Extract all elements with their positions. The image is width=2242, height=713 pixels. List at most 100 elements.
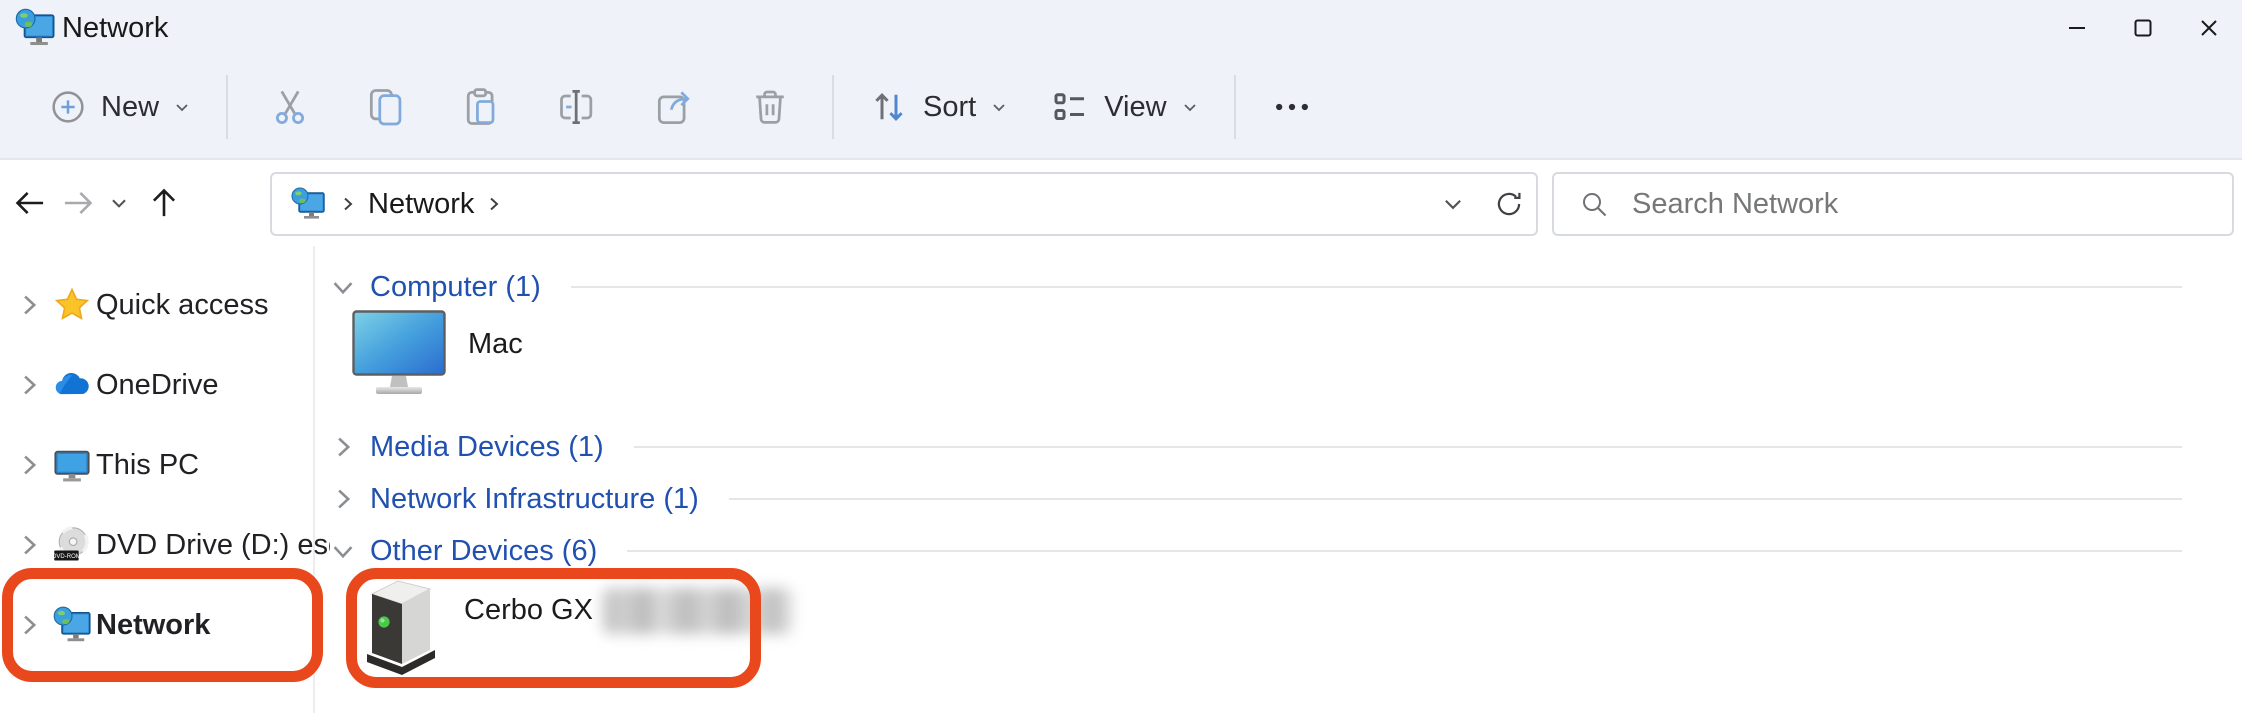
sidebar-item-label: OneDrive xyxy=(96,369,219,402)
search-icon xyxy=(1578,188,1610,220)
clipboard-icon xyxy=(460,85,504,129)
navigation-pane: Quick access OneDrive This PC DVD-ROM DV… xyxy=(0,246,313,713)
minimize-button[interactable] xyxy=(2044,0,2110,56)
device-label: Mac xyxy=(468,328,523,400)
search-placeholder: Search Network xyxy=(1632,188,1838,221)
breadcrumb-chevron-icon[interactable] xyxy=(338,194,358,214)
chevron-right-icon[interactable] xyxy=(330,434,356,460)
mac-computer-item[interactable]: Mac xyxy=(352,310,523,400)
sidebar-item-label: This PC xyxy=(96,449,199,482)
ellipsis-icon xyxy=(1270,85,1314,129)
sidebar-item-quick-access[interactable]: Quick access xyxy=(0,275,313,335)
close-button[interactable] xyxy=(2176,0,2242,56)
forward-arrow-icon xyxy=(59,184,97,222)
group-header-network-infrastructure[interactable]: Network Infrastructure (1) xyxy=(330,481,2210,517)
maximize-button[interactable] xyxy=(2110,0,2176,56)
chevron-down-icon xyxy=(1180,97,1200,117)
sidebar-item-label: Quick access xyxy=(96,289,268,322)
address-bar[interactable]: Network xyxy=(270,172,1538,236)
chevron-down-icon xyxy=(989,97,1009,117)
command-toolbar: New xyxy=(0,56,2242,160)
see-more-button[interactable] xyxy=(1250,70,1334,144)
sort-button[interactable]: Sort xyxy=(848,70,1029,144)
items-view: Computer (1) Mac Media Devices (1) Netwo… xyxy=(330,246,2242,713)
network-icon xyxy=(14,7,56,49)
toolbar-separator xyxy=(1234,75,1236,139)
sidebar-item-onedrive[interactable]: OneDrive xyxy=(0,355,313,415)
sidebar-item-network[interactable]: Network xyxy=(0,595,313,655)
sidebar-divider xyxy=(313,246,315,713)
close-icon xyxy=(2197,16,2221,40)
sort-button-label: Sort xyxy=(923,91,976,124)
rename-button[interactable] xyxy=(530,70,626,144)
view-list-icon xyxy=(1049,86,1091,128)
group-header-media-devices[interactable]: Media Devices (1) xyxy=(330,429,2210,465)
delete-button[interactable] xyxy=(722,70,818,144)
device-label: Cerbo GX xyxy=(464,594,593,676)
breadcrumb-location[interactable]: Network xyxy=(368,188,474,221)
group-divider xyxy=(571,286,2182,288)
sidebar-item-label: Network xyxy=(96,609,210,642)
back-arrow-icon xyxy=(11,184,49,222)
sidebar-item-this-pc[interactable]: This PC xyxy=(0,435,313,495)
chevron-right-icon[interactable] xyxy=(16,452,42,478)
address-dropdown-icon[interactable] xyxy=(1440,191,1466,217)
sidebar-item-dvd-drive[interactable]: DVD-ROM DVD Drive (D:) esd2i xyxy=(0,515,313,575)
refresh-icon[interactable] xyxy=(1492,187,1526,221)
sort-arrows-icon xyxy=(868,86,910,128)
plus-circle-icon xyxy=(48,87,88,127)
toolbar-separator xyxy=(832,75,834,139)
chevron-down-icon[interactable] xyxy=(330,538,356,564)
window-title: Network xyxy=(62,12,168,45)
chevron-right-icon[interactable] xyxy=(330,486,356,512)
search-input[interactable]: Search Network xyxy=(1552,172,2234,236)
view-button[interactable]: View xyxy=(1029,70,1219,144)
chevron-down-icon xyxy=(108,192,130,214)
recent-locations-button[interactable] xyxy=(100,168,138,238)
paste-button[interactable] xyxy=(434,70,530,144)
breadcrumb-chevron-icon[interactable] xyxy=(484,194,504,214)
group-header-label: Computer (1) xyxy=(370,271,541,304)
group-header-label: Network Infrastructure (1) xyxy=(370,483,699,516)
new-button-label: New xyxy=(101,91,159,124)
network-icon xyxy=(52,604,92,646)
group-divider xyxy=(627,550,2182,552)
chevron-right-icon[interactable] xyxy=(16,292,42,318)
dvd-disc-icon: DVD-ROM xyxy=(52,525,92,565)
star-icon xyxy=(53,286,91,324)
chevron-down-icon[interactable] xyxy=(330,274,356,300)
cerbo-gx-device-item[interactable]: Cerbo GX xyxy=(362,576,793,676)
trash-icon xyxy=(748,85,792,129)
share-icon xyxy=(652,85,696,129)
chevron-down-icon xyxy=(172,97,192,117)
chevron-right-icon[interactable] xyxy=(16,532,42,558)
new-button[interactable]: New xyxy=(28,70,212,144)
group-header-other-devices[interactable]: Other Devices (6) xyxy=(330,533,2210,569)
maximize-icon xyxy=(2131,16,2155,40)
share-button[interactable] xyxy=(626,70,722,144)
title-bar: Network xyxy=(0,0,2242,56)
computer-monitor-icon xyxy=(352,310,446,400)
rename-icon xyxy=(556,85,600,129)
navigation-bar: Network Search Network xyxy=(0,160,2242,246)
cut-button[interactable] xyxy=(242,70,338,144)
chevron-right-icon[interactable] xyxy=(16,612,42,638)
scissors-icon xyxy=(268,85,312,129)
up-arrow-icon xyxy=(145,184,183,222)
onedrive-cloud-icon xyxy=(52,365,92,405)
copy-button[interactable] xyxy=(338,70,434,144)
copy-icon xyxy=(364,85,408,129)
group-header-computer[interactable]: Computer (1) xyxy=(330,269,2210,305)
up-button[interactable] xyxy=(138,168,190,238)
view-button-label: View xyxy=(1104,91,1166,124)
network-icon xyxy=(290,186,326,222)
redacted-device-name xyxy=(603,588,793,634)
group-divider xyxy=(634,446,2182,448)
network-device-icon xyxy=(362,576,438,676)
sidebar-item-label: DVD Drive (D:) esd2i xyxy=(96,529,367,562)
forward-button[interactable] xyxy=(52,168,104,238)
toolbar-separator xyxy=(226,75,228,139)
dvd-rom-badge: DVD-ROM xyxy=(52,554,81,560)
back-button[interactable] xyxy=(4,168,56,238)
chevron-right-icon[interactable] xyxy=(16,372,42,398)
